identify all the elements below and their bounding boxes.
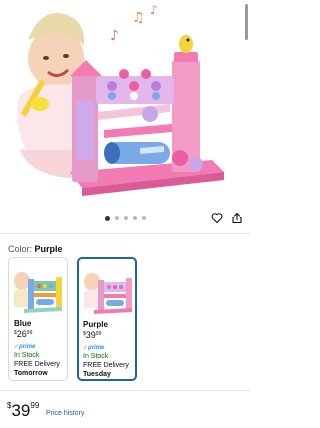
share-icon — [232, 212, 242, 224]
color-label: Color: — [8, 244, 33, 254]
svg-text:♫: ♫ — [132, 10, 145, 26]
carousel-dot[interactable] — [132, 216, 137, 220]
product-illustration: ♪ ♫ ♪ — [17, 3, 224, 196]
svg-text:♪: ♪ — [110, 28, 119, 44]
stock-status: In Stock — [83, 353, 109, 360]
carousel-dot[interactable] — [104, 215, 110, 221]
variant-price: $3999 — [83, 330, 102, 340]
favorite-button[interactable] — [209, 210, 225, 226]
delivery-text: FREE Delivery — [14, 361, 60, 368]
delivery-date: Tuesday — [83, 371, 111, 378]
variant-thumbnail — [84, 273, 132, 314]
variant-price: $2699 — [14, 329, 33, 339]
heart-icon — [211, 213, 223, 224]
carousel-dot[interactable] — [123, 216, 128, 220]
price-history-link[interactable]: Price history — [46, 410, 85, 417]
share-button[interactable] — [229, 210, 245, 226]
delivery-date: Tomorrow — [14, 370, 48, 377]
variant-card-blue[interactable]: Blue $2699 ✓prime In Stock FREE Delivery… — [8, 257, 68, 381]
color-selector-label: Color: Purple — [8, 244, 63, 254]
carousel-dot[interactable] — [114, 216, 119, 220]
variant-card-purple[interactable]: Purple $3999 ✓prime In Stock FREE Delive… — [77, 257, 137, 381]
stock-status: In Stock — [14, 352, 40, 359]
main-price: $3999 — [7, 401, 40, 420]
variant-name: Blue — [14, 319, 32, 328]
color-value: Purple — [34, 244, 63, 254]
svg-text:♪: ♪ — [150, 3, 158, 17]
delivery-text: FREE Delivery — [83, 362, 129, 369]
prime-badge: ✓prime — [83, 345, 105, 351]
carousel-dot[interactable] — [141, 216, 146, 220]
divider — [0, 233, 250, 234]
variant-name: Purple — [83, 320, 108, 329]
variant-thumbnail — [14, 272, 62, 313]
product-image[interactable]: ♪ ♫ ♪ — [0, 0, 250, 208]
prime-badge: ✓prime — [14, 344, 36, 350]
image-scrollbar[interactable] — [245, 4, 248, 40]
divider — [0, 390, 250, 391]
